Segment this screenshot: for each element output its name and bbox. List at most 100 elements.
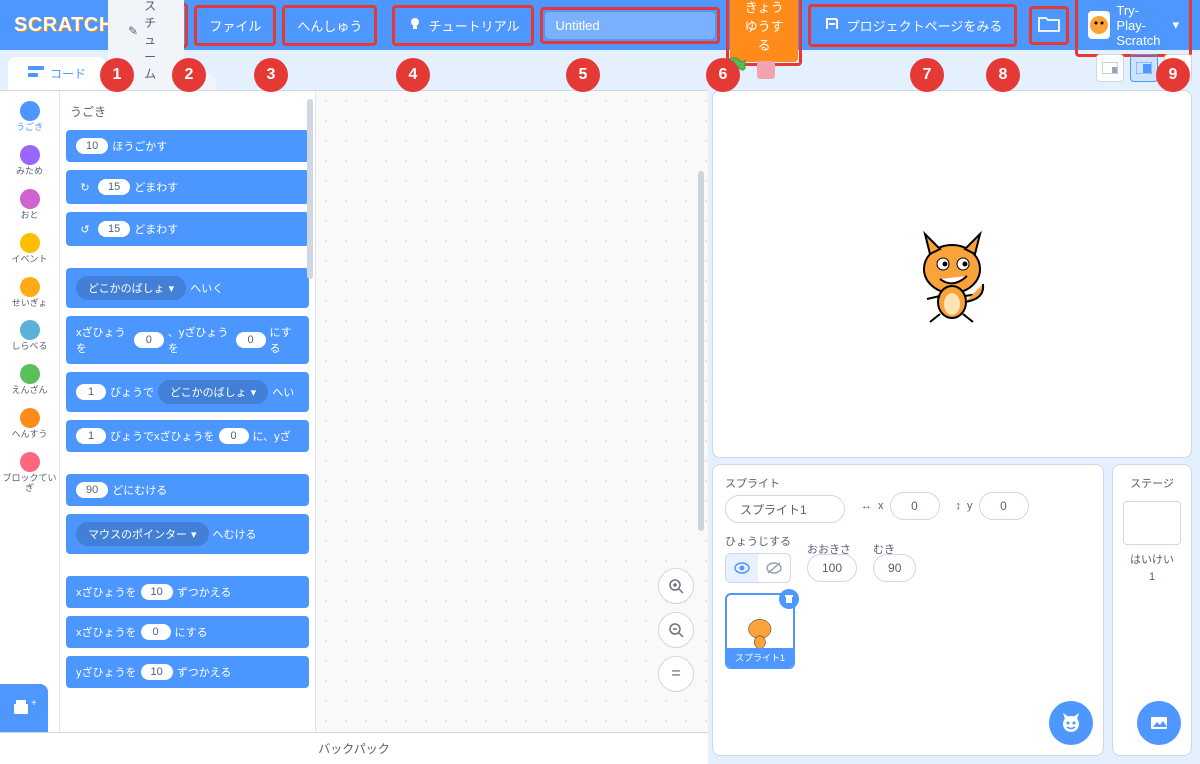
- block-goto-menu[interactable]: どこかのばしょ ▾ へいく: [66, 268, 309, 308]
- scratch-logo[interactable]: SCRATCH: [14, 14, 114, 37]
- sprite-panel: スプライト ↔ x 0 ↕ y 0: [712, 464, 1192, 756]
- zoom-out-button[interactable]: [658, 612, 694, 648]
- block-point-towards[interactable]: マウスのポインター ▾ へむける: [66, 514, 309, 554]
- block-input[interactable]: 1: [76, 384, 106, 400]
- eye-icon: [734, 562, 750, 574]
- category-color-icon: [20, 408, 40, 428]
- show-button[interactable]: [726, 554, 758, 582]
- category-label: みため: [16, 167, 43, 177]
- block-palette[interactable]: うごき 10 ほうごかす ↻ 15 どまわす ↺ 15 どまわす どこ: [60, 91, 316, 732]
- scrollbar[interactable]: [698, 171, 704, 531]
- user-menu[interactable]: Try-Play-Scratch ▾: [1075, 0, 1192, 57]
- block-input[interactable]: 15: [98, 221, 130, 237]
- eye-off-icon: [766, 562, 782, 574]
- stage-thumbnail[interactable]: [1123, 501, 1181, 545]
- block-input[interactable]: 10: [141, 584, 173, 600]
- block-text: へむける: [213, 526, 257, 542]
- category-label: せいぎょ: [12, 299, 48, 309]
- block-text: ずつかえる: [177, 664, 232, 680]
- annotation-9: 9: [1156, 58, 1190, 92]
- svg-text:+: +: [31, 698, 36, 709]
- block-change-y[interactable]: yざひょうを 10 ずつかえる: [66, 656, 309, 688]
- add-backdrop-button[interactable]: [1137, 701, 1181, 745]
- my-stuff-button[interactable]: [1029, 6, 1069, 45]
- category-color-icon: [20, 452, 40, 472]
- block-turn-right[interactable]: ↻ 15 どまわす: [66, 170, 309, 204]
- backdrop-count: 1: [1149, 571, 1155, 583]
- block-dropdown[interactable]: どこかのばしょ ▾: [158, 380, 268, 404]
- scrollbar[interactable]: [307, 99, 313, 279]
- add-extension-button[interactable]: +: [0, 684, 48, 732]
- block-dropdown[interactable]: マウスのポインター ▾: [76, 522, 209, 546]
- sprite-thumbnail[interactable]: スプライト1: [725, 593, 795, 669]
- see-project-page[interactable]: プロジェクトページをみる: [808, 4, 1018, 47]
- add-sprite-button[interactable]: [1049, 701, 1093, 745]
- sprite-cat-on-stage[interactable]: [905, 224, 1000, 324]
- category-うごき[interactable]: うごき: [0, 95, 59, 139]
- see-project-label: プロジェクトページをみる: [847, 16, 1003, 35]
- block-input[interactable]: 0: [134, 332, 164, 348]
- category-label: イベント: [11, 255, 47, 265]
- block-input[interactable]: 10: [76, 138, 108, 154]
- delete-sprite-button[interactable]: [779, 589, 799, 609]
- block-input[interactable]: 0: [236, 332, 266, 348]
- tab-code[interactable]: コード: [8, 57, 106, 90]
- tutorials-menu[interactable]: チュートリアル: [392, 5, 535, 46]
- block-input[interactable]: 0: [219, 428, 249, 444]
- block-glide-xy[interactable]: 1 びょうでxざひょうを 0 に、yざ: [66, 420, 309, 452]
- category-color-icon: [20, 364, 40, 384]
- annotation-3: 3: [254, 58, 288, 92]
- backpack[interactable]: バックパック: [0, 732, 708, 764]
- block-input[interactable]: 1: [76, 428, 106, 444]
- stop-icon[interactable]: [757, 61, 775, 79]
- block-glide-menu[interactable]: 1 びょうで どこかのばしょ ▾ へい: [66, 372, 309, 412]
- edit-menu[interactable]: へんしゅう: [282, 5, 377, 46]
- category-しらべる[interactable]: しらべる: [0, 314, 59, 358]
- category-へんすう[interactable]: へんすう: [0, 402, 59, 446]
- sprite-name-input[interactable]: [725, 495, 845, 523]
- file-menu[interactable]: ファイル: [194, 5, 276, 46]
- category-color-icon: [20, 101, 40, 121]
- small-stage-button[interactable]: [1096, 54, 1124, 82]
- category-おと[interactable]: おと: [0, 183, 59, 227]
- block-goto-xy[interactable]: xざひょうを 0 、yざひょうを 0 にする: [66, 316, 309, 364]
- block-input[interactable]: 10: [141, 664, 173, 680]
- x-input[interactable]: 0: [890, 492, 940, 520]
- category-color-icon: [20, 189, 40, 209]
- zoom-reset-button[interactable]: =: [658, 656, 694, 692]
- block-change-x[interactable]: xざひょうを 10 ずつかえる: [66, 576, 309, 608]
- blocks-area: うごきみためおとイベントせいぎょしらべるえんざんへんすうブロックていぎ うごき …: [0, 90, 708, 732]
- stage[interactable]: [712, 90, 1192, 458]
- category-せいぎょ[interactable]: せいぎょ: [0, 271, 59, 315]
- zoom-in-button[interactable]: [658, 568, 694, 604]
- block-input[interactable]: 15: [98, 179, 130, 195]
- block-set-x[interactable]: xざひょうを 0 にする: [66, 616, 309, 648]
- project-title-input[interactable]: [545, 12, 715, 39]
- category-ブロックていぎ[interactable]: ブロックていぎ: [0, 446, 59, 500]
- block-move-steps[interactable]: 10 ほうごかす: [66, 130, 309, 162]
- block-point-dir[interactable]: 90 どにむける: [66, 474, 309, 506]
- show-label: ひょうじする: [725, 533, 791, 549]
- block-input[interactable]: 90: [76, 482, 108, 498]
- block-input[interactable]: 0: [141, 624, 171, 640]
- stage-label: ステージ: [1130, 475, 1174, 491]
- annotation-6: 6: [706, 58, 740, 92]
- category-えんざん[interactable]: えんざん: [0, 358, 59, 402]
- large-stage-button[interactable]: [1130, 54, 1158, 82]
- arrow-v-icon: ↕: [956, 500, 962, 512]
- category-label: しらべる: [11, 342, 47, 352]
- turn-right-icon: ↻: [76, 178, 94, 196]
- category-みため[interactable]: みため: [0, 139, 59, 183]
- block-text: にする: [270, 324, 299, 356]
- y-input[interactable]: 0: [979, 492, 1029, 520]
- size-input[interactable]: 100: [807, 554, 857, 582]
- block-dropdown[interactable]: どこかのばしょ ▾: [76, 276, 186, 300]
- hide-button[interactable]: [758, 554, 790, 582]
- category-label: ブロックていぎ: [2, 474, 57, 494]
- category-イベント[interactable]: イベント: [0, 227, 59, 271]
- annotation-7: 7: [910, 58, 944, 92]
- backdrop-label: はいけい: [1130, 551, 1174, 567]
- direction-input[interactable]: 90: [873, 554, 916, 582]
- block-turn-left[interactable]: ↺ 15 どまわす: [66, 212, 309, 246]
- script-workspace[interactable]: =: [316, 91, 708, 732]
